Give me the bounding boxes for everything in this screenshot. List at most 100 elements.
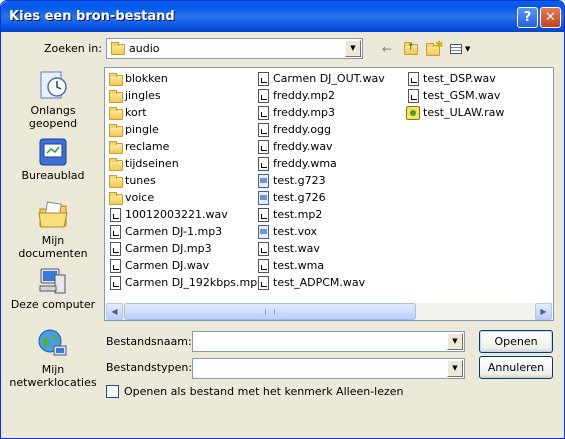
file-name: reclame bbox=[125, 140, 170, 153]
places-network-label: Mijn netwerklocaties bbox=[9, 363, 97, 389]
folder-icon bbox=[109, 73, 123, 86]
audio-file-icon bbox=[258, 106, 269, 120]
file-name: test.g723 bbox=[273, 174, 326, 187]
file-name: freddy.mp2 bbox=[273, 89, 336, 102]
file-list[interactable]: blokken jingles kort pingle reclame tijdseine… bbox=[104, 67, 554, 321]
file-name: pingle bbox=[125, 123, 159, 136]
file-name: Carmen DJ.wav bbox=[125, 259, 210, 272]
file-name: kort bbox=[125, 106, 147, 119]
file-name: freddy.mp3 bbox=[273, 106, 336, 119]
chevron-down-icon[interactable]: ▼ bbox=[345, 40, 361, 57]
audio-file-icon bbox=[408, 89, 419, 103]
folder-icon bbox=[109, 90, 123, 103]
folder-icon bbox=[109, 158, 123, 171]
audio-file-icon bbox=[258, 123, 269, 137]
filetype-select[interactable]: ▼ bbox=[192, 358, 465, 379]
close-button[interactable]: ✕ bbox=[540, 7, 561, 28]
audio-file-icon bbox=[258, 276, 269, 290]
horizontal-scrollbar[interactable]: ◀ ▶ bbox=[106, 303, 552, 320]
audio-file-icon bbox=[258, 157, 269, 171]
file-name: voice bbox=[125, 191, 155, 204]
places-computer-label: Deze computer bbox=[10, 298, 96, 311]
file-name: test.wma bbox=[273, 259, 325, 272]
window-title: Kies een bron-bestand bbox=[9, 9, 175, 24]
filename-input[interactable]: ▼ bbox=[192, 331, 465, 352]
scroll-right-icon[interactable]: ▶ bbox=[535, 303, 552, 320]
my-documents-icon bbox=[38, 201, 68, 228]
lookin-combobox[interactable]: audio ▼ bbox=[106, 38, 363, 59]
scrollbar-thumb[interactable] bbox=[124, 303, 416, 320]
file-name: tijdseinen bbox=[125, 157, 179, 170]
file-name: blokken bbox=[125, 72, 168, 85]
file-name: test_ADPCM.wav bbox=[273, 276, 366, 289]
audio-file-icon bbox=[258, 208, 269, 222]
places-recent-label: Onlangs geopend bbox=[28, 104, 78, 130]
file-name: freddy.ogg bbox=[273, 123, 332, 136]
audio-file-icon bbox=[258, 242, 269, 256]
audio-file-icon bbox=[110, 225, 121, 239]
folder-icon bbox=[109, 175, 123, 188]
file-name: freddy.wma bbox=[273, 157, 337, 170]
file-name: jingles bbox=[125, 89, 161, 102]
back-arrow-icon[interactable]: ← bbox=[382, 41, 392, 57]
audio-file-icon bbox=[408, 72, 419, 86]
file-name: 10012003221.wav bbox=[125, 208, 228, 221]
audio-file-icon bbox=[110, 208, 121, 222]
file-name: test_GSM.wav bbox=[423, 89, 501, 102]
file-name: Carmen DJ.mp3 bbox=[125, 242, 212, 255]
readonly-checkbox[interactable] bbox=[106, 385, 119, 398]
vox-file-icon bbox=[258, 225, 269, 239]
audio-file-icon bbox=[258, 89, 269, 103]
folder-icon bbox=[109, 192, 123, 205]
file-name: Carmen DJ_192kbps.mp3 bbox=[125, 276, 265, 289]
readonly-checkbox-label: Openen als bestand met het kenmerk Allee… bbox=[124, 385, 404, 398]
scroll-left-icon[interactable]: ◀ bbox=[106, 303, 123, 320]
audio-file-icon bbox=[258, 140, 269, 154]
file-name: test.vox bbox=[273, 225, 318, 238]
audio-file-icon bbox=[110, 259, 121, 273]
raw-file-icon bbox=[406, 106, 420, 120]
network-places-icon bbox=[38, 329, 67, 356]
folder-icon bbox=[109, 124, 123, 137]
places-documents-label: Mijn documenten bbox=[18, 234, 88, 260]
places-network[interactable]: Mijn netwerklocaties bbox=[7, 328, 99, 392]
my-computer-icon bbox=[39, 268, 66, 294]
filetype-label: Bestandstypen: bbox=[106, 361, 193, 374]
audio-file-icon bbox=[258, 72, 269, 86]
places-desktop-label: Bureaublad bbox=[21, 169, 85, 182]
audio-file-icon bbox=[110, 242, 121, 256]
vox-file-icon bbox=[258, 174, 269, 188]
audio-file-icon bbox=[110, 276, 121, 290]
vox-file-icon bbox=[258, 191, 269, 205]
cancel-button[interactable]: Annuleren bbox=[479, 356, 553, 379]
recent-icon bbox=[40, 71, 67, 99]
places-computer[interactable]: Deze computer bbox=[7, 265, 99, 313]
file-name: Carmen DJ-1.mp3 bbox=[125, 225, 223, 238]
audio-file-icon bbox=[258, 259, 269, 273]
desktop-icon bbox=[39, 138, 67, 166]
file-name: test_DSP.wav bbox=[423, 72, 496, 85]
file-name: test.mp2 bbox=[273, 208, 323, 221]
lookin-label: Zoeken in: bbox=[44, 42, 102, 55]
file-name: test.wav bbox=[273, 242, 320, 255]
folder-icon bbox=[109, 107, 123, 120]
places-desktop[interactable]: Bureaublad bbox=[7, 136, 99, 184]
folder-icon bbox=[109, 141, 123, 154]
lookin-value: audio bbox=[129, 42, 160, 55]
open-button[interactable]: Openen bbox=[479, 330, 553, 353]
views-menu-icon[interactable]: ▼ bbox=[449, 41, 473, 57]
chevron-down-icon[interactable]: ▼ bbox=[447, 333, 463, 350]
chevron-down-icon[interactable]: ▼ bbox=[447, 360, 463, 377]
title-bar[interactable]: Kies een bron-bestand ? ✕ bbox=[1, 1, 564, 32]
file-name: test_ULAW.raw bbox=[423, 106, 505, 119]
file-name: test.g726 bbox=[273, 191, 326, 204]
filename-label: Bestandsnaam: bbox=[106, 335, 192, 348]
file-name: Carmen DJ_OUT.wav bbox=[273, 72, 385, 85]
open-file-dialog: Kies een bron-bestand ? ✕ Zoeken in: aud… bbox=[0, 0, 565, 439]
places-recent[interactable]: Onlangs geopend bbox=[7, 69, 99, 131]
folder-icon bbox=[111, 42, 125, 55]
help-button[interactable]: ? bbox=[517, 7, 538, 28]
file-name: freddy.wav bbox=[273, 140, 333, 153]
file-name: tunes bbox=[125, 174, 156, 187]
places-documents[interactable]: Mijn documenten bbox=[7, 199, 99, 260]
